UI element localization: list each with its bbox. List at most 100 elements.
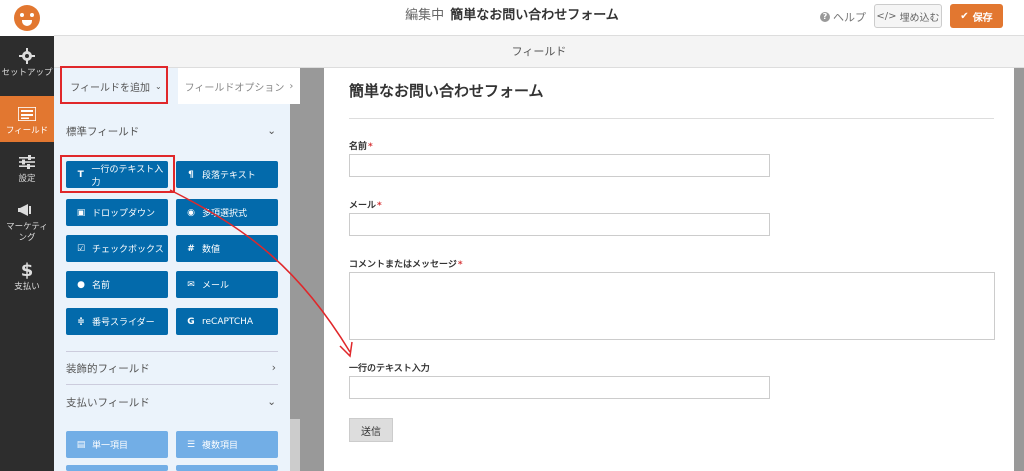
field-button-number-slider[interactable]: ≑ 番号スライダー: [66, 308, 168, 335]
question-icon: ?: [820, 12, 830, 22]
label-text: 一行のテキスト入力: [349, 364, 430, 374]
google-icon: G: [187, 316, 195, 327]
email-input[interactable]: [349, 213, 770, 236]
section-label: 装飾的フィールド: [66, 362, 150, 375]
field-button-paragraph-text[interactable]: ¶ 段落テキスト: [176, 161, 278, 188]
field-button-recaptcha[interactable]: G reCAPTCHA: [176, 308, 278, 335]
field-button-label: メール: [202, 281, 230, 291]
save-label: 保存: [972, 12, 993, 24]
dollar-icon: $: [20, 259, 34, 281]
form-name: 簡単なお問い合わせフォーム: [450, 8, 619, 23]
tab-options-label: フィールドオプション: [184, 82, 285, 94]
help-link[interactable]: ? ヘルプ: [820, 9, 866, 25]
slider-icon: ≑: [77, 316, 85, 327]
required-mark: *: [457, 260, 463, 270]
form-title: 簡単なお問い合わせフォーム: [349, 82, 544, 100]
megaphone-icon: [17, 200, 37, 220]
chevron-down-icon: ⌄: [267, 396, 276, 408]
field-button-dropdown[interactable]: ▣ ドロップダウン: [66, 199, 168, 226]
list-icon: ☰: [186, 439, 196, 450]
comment-textarea[interactable]: [349, 272, 995, 340]
sidebar-item-setup[interactable]: セットアップ: [0, 42, 54, 92]
field-label-email: メール*: [349, 198, 382, 211]
tab-add-fields[interactable]: フィールドを追加 ⌄: [54, 68, 178, 104]
required-mark: *: [377, 201, 382, 211]
sliders-icon: [17, 152, 37, 172]
sidebar-item-label: フィールド: [5, 126, 49, 136]
list-icon: [17, 104, 37, 124]
field-label-comment: コメントまたはメッセージ*: [349, 257, 463, 270]
section-label: 支払いフィールド: [66, 396, 150, 409]
field-button-label: 段落テキスト: [202, 171, 256, 181]
mail-icon: ✉: [187, 279, 195, 290]
field-button-label: reCAPTCHA: [202, 316, 254, 327]
section-standard-fields[interactable]: 標準フィールド ⌄: [66, 121, 276, 141]
field-label-name: 名前*: [349, 139, 373, 152]
field-button-multiple-items[interactable]: ☰ 複数項目: [176, 431, 278, 458]
submit-button[interactable]: 送信: [349, 418, 393, 442]
section-divider: [66, 384, 278, 385]
sidebar-item-marketing[interactable]: マーケティング: [0, 196, 54, 254]
field-button-checkboxes[interactable]: ☑ チェックボックス: [66, 235, 168, 262]
dropdown-icon: ▣: [76, 207, 86, 218]
embed-label: 埋め込む: [899, 12, 940, 24]
sidebar-item-payments[interactable]: $ 支払い: [0, 258, 54, 298]
field-button-multiple-choice[interactable]: ◉ 多項選択式: [176, 199, 278, 226]
sidebar-item-fields[interactable]: フィールド: [0, 96, 54, 142]
chevron-down-icon: ⌄: [267, 125, 276, 137]
paragraph-icon: ¶: [188, 169, 194, 180]
page-title: 編集中 簡単なお問い合わせフォーム: [0, 0, 1024, 36]
title-prefix: 編集中: [405, 8, 445, 23]
sidebar-item-settings[interactable]: 設定: [0, 148, 54, 190]
text-icon: T: [77, 169, 84, 180]
field-button-partial[interactable]: [66, 465, 168, 471]
label-text: コメントまたはメッセージ: [349, 260, 457, 270]
field-button-label: 複数項目: [202, 441, 239, 451]
field-button-name[interactable]: ● 名前: [66, 271, 168, 298]
field-button-label: 一行のテキスト入力: [91, 164, 164, 188]
field-button-partial[interactable]: [176, 465, 278, 471]
section-divider: [66, 351, 278, 352]
name-input[interactable]: [349, 154, 770, 177]
save-button[interactable]: ✔ 保存: [950, 4, 1003, 28]
sidebar-item-label: 設定: [18, 174, 36, 184]
field-button-label: 数値: [202, 245, 221, 255]
checkbox-icon: ☑: [76, 243, 86, 254]
field-panel: フィールドを追加 ⌄ フィールドオプション › 標準フィールド ⌄ T 一行のテ…: [54, 68, 300, 471]
sidebar-item-label: セットアップ: [1, 68, 53, 78]
embed-button[interactable]: </> 埋め込む: [874, 4, 942, 28]
field-button-label: 名前: [92, 281, 111, 291]
builder-sidebar: セットアップ フィールド 設定 マーケティング $ 支払い: [0, 36, 54, 471]
fields-header: フィールド: [54, 36, 1024, 68]
field-button-label: 単一項目: [92, 441, 129, 451]
tab-add-label: フィールドを追加: [70, 82, 151, 94]
chevron-right-icon: ›: [271, 362, 276, 374]
chevron-right-icon: ›: [289, 80, 294, 92]
panel-scrollbar-thumb[interactable]: [290, 104, 300, 419]
field-button-numbers[interactable]: # 数値: [176, 235, 278, 262]
field-button-label: チェックボックス: [92, 245, 164, 255]
single-line-text-input[interactable]: [349, 376, 770, 399]
user-icon: ●: [77, 279, 85, 290]
check-icon: ✔: [960, 10, 969, 22]
bear-logo-icon: [14, 5, 40, 31]
label-text: 名前: [349, 142, 368, 152]
field-button-label: 番号スライダー: [92, 318, 155, 328]
sidebar-item-label: マーケティング: [6, 222, 48, 243]
chevron-down-icon: ⌄: [155, 81, 162, 91]
radio-icon: ◉: [187, 207, 195, 218]
section-payment-fields[interactable]: 支払いフィールド ⌄: [66, 392, 276, 412]
help-label: ヘルプ: [833, 11, 866, 24]
field-button-email[interactable]: ✉ メール: [176, 271, 278, 298]
required-mark: *: [368, 142, 373, 152]
top-bar: 編集中 簡単なお問い合わせフォーム ? ヘルプ </> 埋め込む ✔ 保存: [0, 0, 1024, 36]
sidebar-item-label: 支払い: [14, 282, 40, 292]
file-icon: ▤: [76, 439, 86, 450]
field-button-single-item[interactable]: ▤ 単一項目: [66, 431, 168, 458]
form-divider: [349, 118, 994, 119]
section-fancy-fields[interactable]: 装飾的フィールド ›: [66, 358, 276, 378]
code-icon: </>: [876, 10, 897, 22]
field-button-single-line-text[interactable]: T 一行のテキスト入力: [66, 161, 168, 188]
tab-field-options[interactable]: フィールドオプション ›: [178, 68, 300, 104]
section-label: 標準フィールド: [66, 125, 140, 138]
